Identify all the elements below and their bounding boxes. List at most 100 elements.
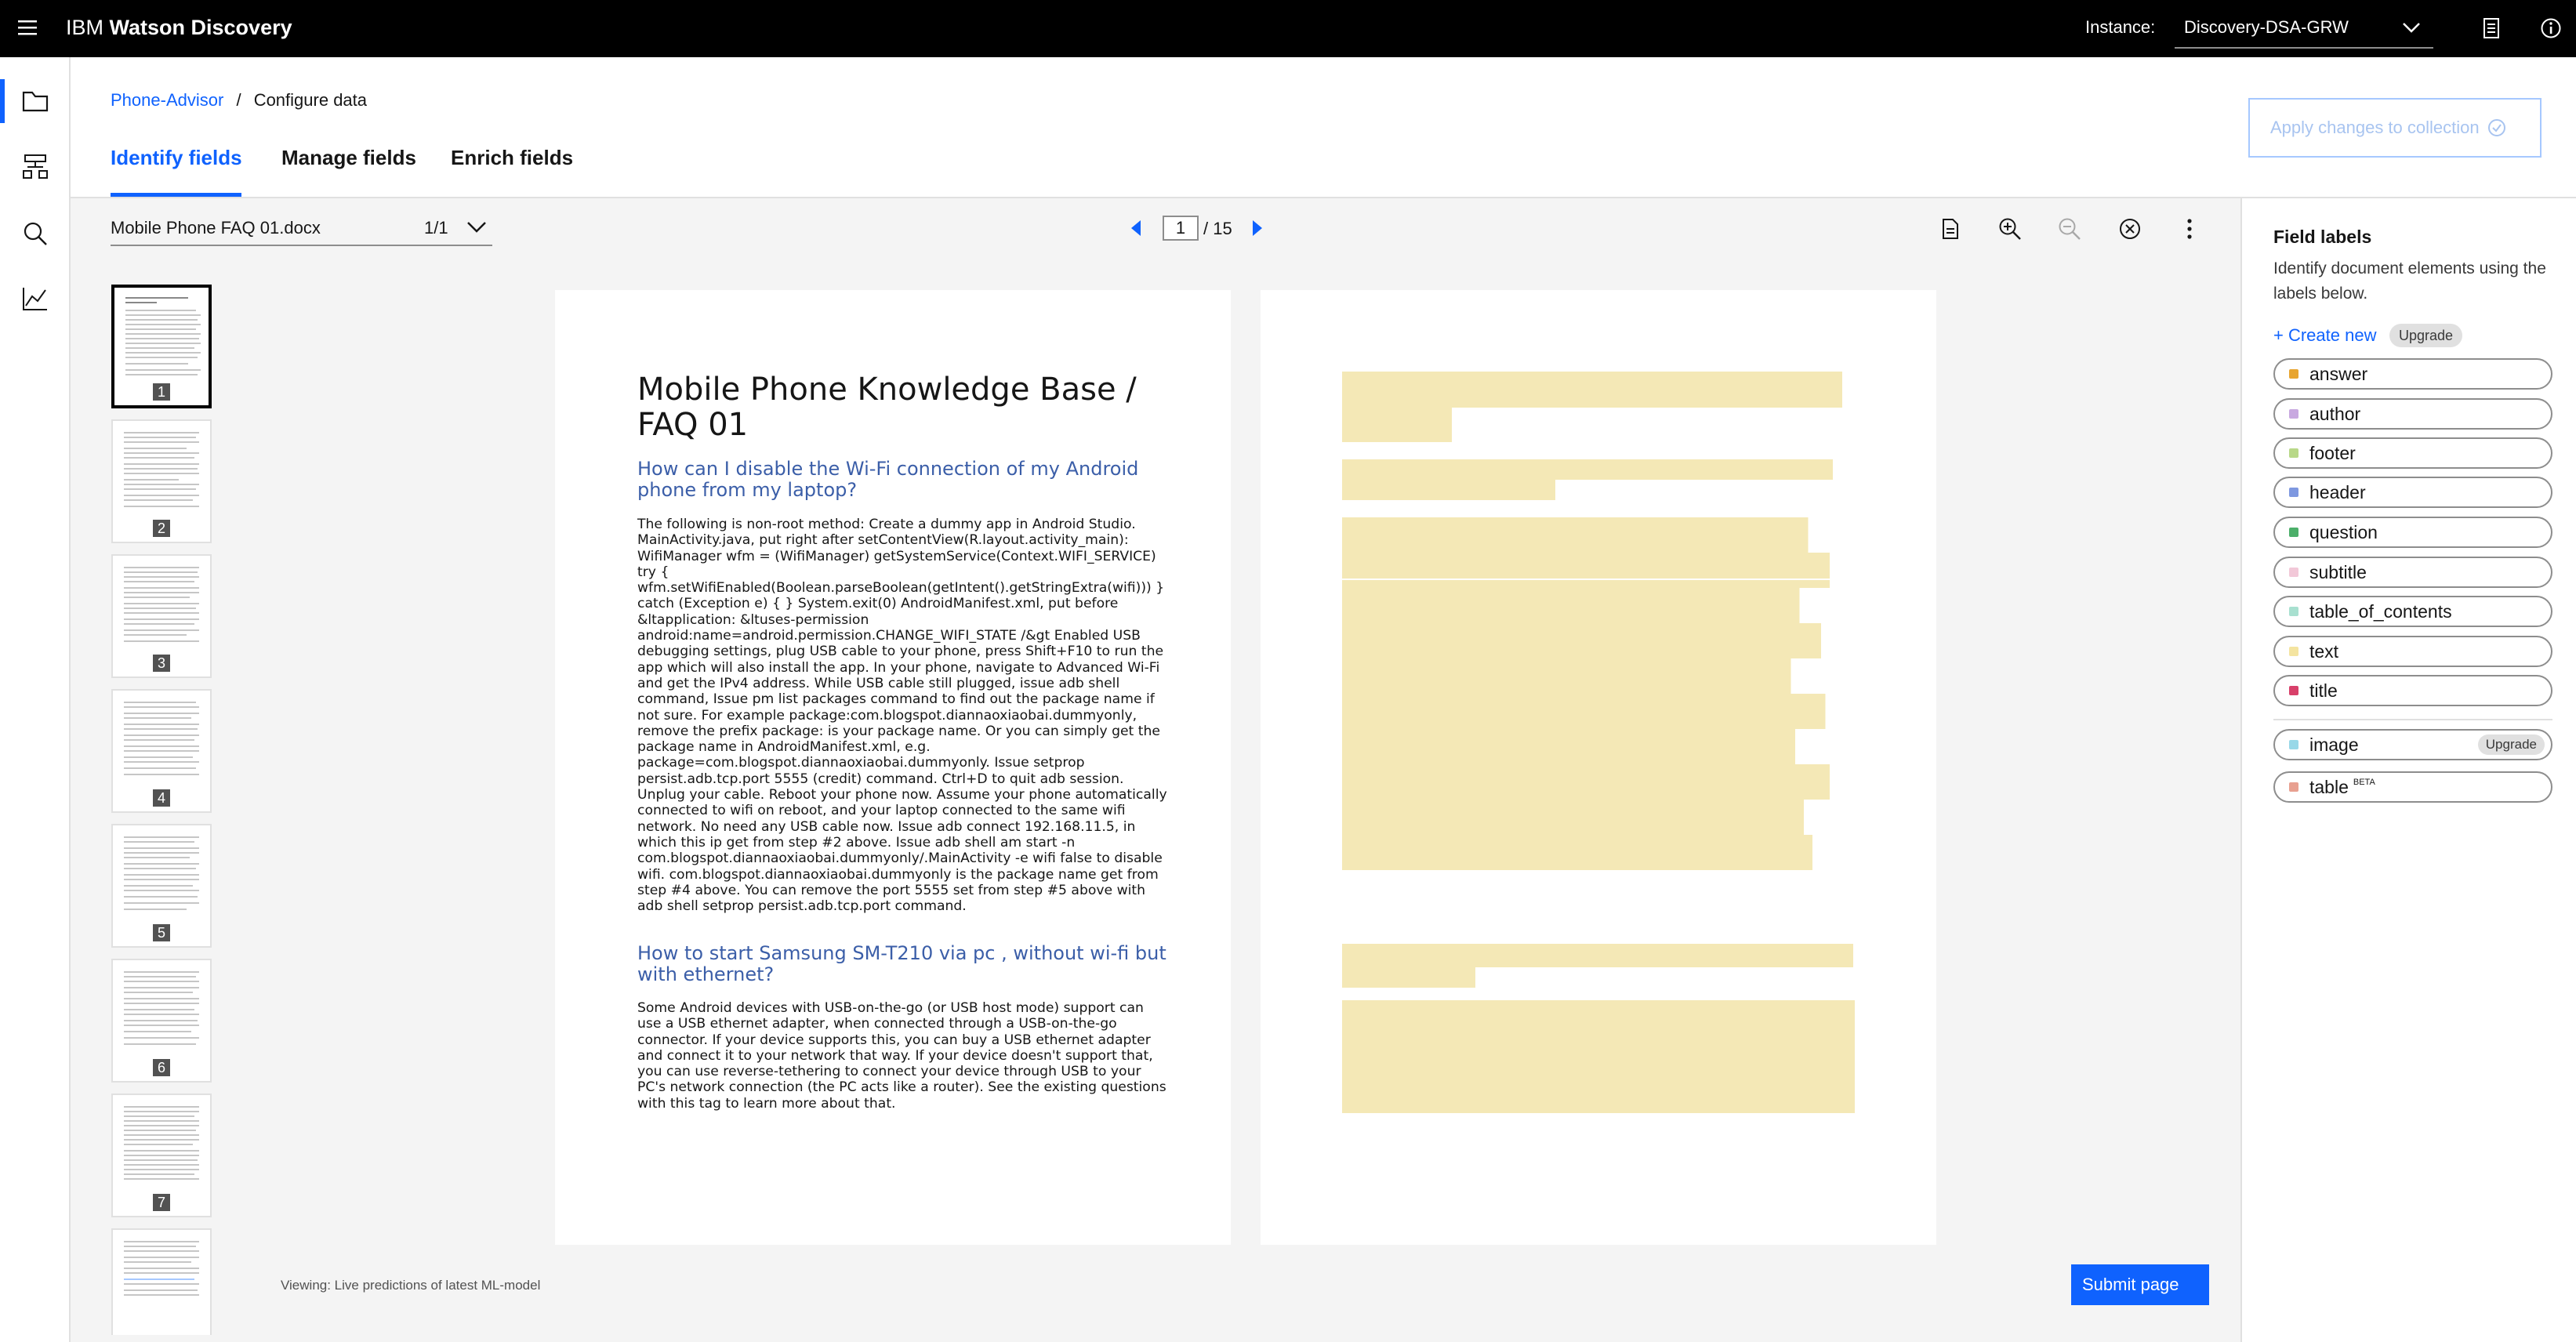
brand-name: Watson Discovery [109,16,292,39]
label-color-swatch [2289,607,2298,616]
menu-icon[interactable] [17,17,38,38]
label-name: question [2309,521,2378,542]
label-color-swatch [2289,782,2298,792]
upgrade-tag[interactable]: Upgrade [2389,324,2463,347]
label-color-swatch [2289,686,2298,695]
panel-title: Field labels [2273,227,2372,247]
prediction-block-title[interactable] [1342,408,1452,442]
zoom-in-icon[interactable] [1986,205,2034,252]
label-subtitle[interactable]: subtitle [2273,557,2552,588]
reset-zoom-icon[interactable] [2106,205,2153,252]
create-new-link[interactable]: + Create new [2273,325,2376,346]
page-thumbnail[interactable]: 2 [111,419,212,543]
left-nav [0,57,71,1342]
prediction-block-question[interactable] [1342,459,1833,480]
label-name: author [2309,403,2361,424]
tab-enrich-fields[interactable]: Enrich fields [451,146,573,170]
label-name: table_of_contents [2309,600,2452,622]
label-text[interactable]: text [2273,636,2552,667]
document-selector[interactable]: Mobile Phone FAQ 01.docx 1/1 [111,205,492,246]
image-upgrade-tag[interactable]: Upgrade [2477,734,2545,755]
page-number-badge: 7 [153,1194,170,1211]
panel-description: Identify document elements using the lab… [2273,259,2546,303]
chevron-down-icon [2403,23,2420,33]
document-answer-2[interactable]: Some Android devices with USB-on-the-go … [637,1000,1170,1112]
page-thumbnail[interactable]: 3 [111,554,212,678]
prediction-block-question[interactable] [1342,967,1475,988]
tab-active-underline [111,193,241,197]
label-color-swatch [2289,647,2298,656]
document-answer-1[interactable]: The following is non-root method: Create… [637,517,1170,914]
prediction-divider [1342,579,1852,580]
field-labels-panel: Field labels Identify document elements … [2240,198,2576,1342]
label-question[interactable]: question [2273,517,2552,548]
document-view-icon[interactable] [1927,205,1974,252]
label-name: header [2309,481,2366,502]
nav-analytics[interactable] [0,267,71,330]
document-title[interactable]: Mobile Phone Knowledge Base / FAQ 01 [637,372,1170,443]
breadcrumb-separator: / [236,90,241,110]
label-title[interactable]: title [2273,675,2552,706]
instance-label: Instance: [2085,17,2156,37]
label-name: text [2309,640,2339,662]
apply-changes-button[interactable]: Apply changes to collection [2248,98,2542,158]
page-thumbnail[interactable]: 7 [111,1094,212,1217]
page-number-badge: 3 [153,655,170,672]
label-color-swatch [2289,488,2298,497]
page-thumbnail[interactable] [111,1228,212,1335]
tab-manage-fields[interactable]: Manage fields [281,146,416,170]
label-color-swatch [2289,528,2298,537]
nav-folder[interactable] [0,70,71,132]
chart-icon [23,288,47,310]
label-header[interactable]: header [2273,477,2552,508]
page-thumbnail[interactable]: 5 [111,824,212,948]
page-thumbnail[interactable]: 6 [111,959,212,1083]
label-answer[interactable]: answer [2273,358,2552,390]
page-thumbnail[interactable]: 1 [111,285,212,408]
label-image[interactable]: image Upgrade [2273,729,2552,760]
label-divider [2273,719,2552,720]
document-page: Mobile Phone Knowledge Base / FAQ 01 How… [555,290,1231,1245]
notes-icon[interactable] [2482,17,2501,43]
nav-data-flow[interactable] [0,136,71,198]
prev-page-icon[interactable] [1130,219,1141,241]
document-count: 1/1 [424,218,448,238]
label-table[interactable]: table BETA [2273,771,2552,803]
thumbnail-strip[interactable]: 1 2 3 4 5 6 7 [71,277,243,1335]
zoom-out-icon[interactable] [2046,205,2093,252]
page-number-input[interactable]: 1 [1163,216,1199,241]
label-name: answer [2309,363,2368,384]
overflow-menu-icon[interactable] [2166,205,2213,252]
instance-dropdown[interactable]: Discovery-DSA-GRW [2175,8,2433,49]
app-brand[interactable]: IBM Watson Discovery [66,16,292,40]
label-author[interactable]: author [2273,398,2552,430]
label-name: footer [2309,442,2356,463]
prediction-block-answer[interactable] [1342,1000,1855,1113]
top-bar: IBM Watson Discovery Instance: Discovery… [0,0,2576,57]
prediction-page [1261,290,1936,1245]
chevron-down-icon [467,222,486,233]
label-table-of-contents[interactable]: table_of_contents [2273,596,2552,627]
info-icon[interactable] [2540,17,2562,43]
document-name: Mobile Phone FAQ 01.docx [111,218,321,238]
prediction-block-question[interactable] [1342,480,1555,500]
document-question-2[interactable]: How to start Samsung SM-T210 via pc , wi… [637,943,1166,985]
label-name: title [2309,680,2338,701]
label-name: table [2309,776,2349,797]
prediction-block-question[interactable] [1342,944,1853,967]
document-question-1[interactable]: How can I disable the Wi-Fi connection o… [637,459,1166,501]
nav-search[interactable] [0,202,71,265]
breadcrumb-project-link[interactable]: Phone-Advisor [111,90,223,110]
beta-badge: BETA [2353,778,2375,787]
instance-value: Discovery-DSA-GRW [2184,17,2349,37]
submit-page-button[interactable]: Submit page [2071,1264,2209,1305]
page-number-badge: 2 [153,520,170,537]
page-number-badge: 5 [153,924,170,941]
page-thumbnail[interactable]: 4 [111,689,212,813]
label-footer[interactable]: footer [2273,437,2552,469]
prediction-block-answer[interactable] [1342,517,1850,870]
tab-identify-fields[interactable]: Identify fields [111,146,242,170]
prediction-block-title[interactable] [1342,372,1842,408]
next-page-icon[interactable] [1252,219,1263,241]
label-color-swatch [2289,740,2298,749]
